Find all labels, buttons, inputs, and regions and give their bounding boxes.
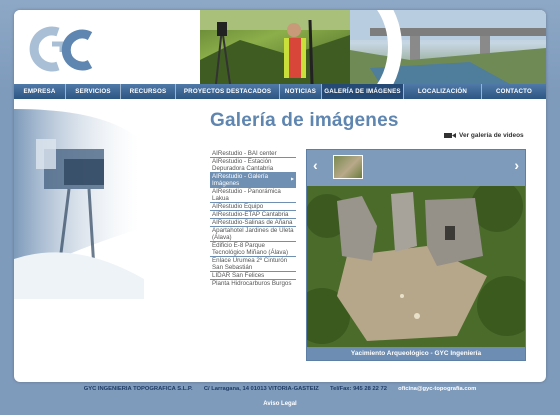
- nav-contacto[interactable]: CONTACTO: [482, 84, 546, 99]
- list-item[interactable]: Apartahotel Jardines de Uleta (Álava): [210, 227, 296, 242]
- image-viewer: ‹ › Yacimiento Arqueológico - GYC Ingeni…: [306, 149, 526, 361]
- list-item[interactable]: LIDAR San Felices: [210, 272, 296, 280]
- content-card: EMPRESA SERVICIOS RECURSOS PROYECTOS DES…: [14, 10, 546, 382]
- list-item[interactable]: AIRestudio-Salinas de Añana: [210, 219, 296, 227]
- nav-galeria-imagenes[interactable]: GALERÍA DE IMÁGENES: [322, 84, 404, 99]
- nav-recursos[interactable]: RECURSOS: [121, 84, 176, 99]
- footer-info: GYC INGENIERIA TOPOGRAFICA S.L.P. C/ Lar…: [0, 386, 560, 392]
- list-item[interactable]: Planta Hidrocarburos Burgos: [210, 280, 296, 287]
- gyc-logo[interactable]: [28, 24, 98, 74]
- next-arrow-icon[interactable]: ›: [514, 157, 519, 173]
- photo-caption: Yacimiento Arqueológico - GYC Ingeniería: [307, 347, 525, 360]
- list-item[interactable]: AIRestudio - Estación Depuradora Cantabr…: [210, 158, 296, 173]
- page-title: Galería de imágenes: [210, 110, 399, 131]
- legal-notice-link[interactable]: Aviso Legal: [0, 401, 560, 407]
- list-item[interactable]: AIRestudio - BAI center: [210, 150, 296, 158]
- main-photo-archaeological-site[interactable]: [307, 186, 525, 348]
- video-camera-icon: [444, 133, 456, 138]
- nav-proyectos-destacados[interactable]: PROYECTOS DESTACADOS: [176, 84, 280, 99]
- gallery-list: AIRestudio - BAI center AIRestudio - Est…: [210, 150, 296, 287]
- nav-servicios[interactable]: SERVICIOS: [66, 84, 121, 99]
- chevron-right-icon: ▸: [290, 176, 294, 183]
- prev-arrow-icon[interactable]: ‹: [313, 157, 318, 173]
- list-item-label: AIRestudio - Galería Imágenes: [212, 173, 269, 187]
- header-photo-surveyor: [200, 10, 350, 84]
- list-item[interactable]: AIRestudio-ETAP Cantabria: [210, 211, 296, 219]
- header: [14, 10, 546, 84]
- footer-company: GYC INGENIERIA TOPOGRAFICA S.L.P.: [83, 386, 193, 392]
- footer-address: C/ Larragana, 14 01013 VITORIA-GASTEIZ: [203, 386, 319, 392]
- list-item[interactable]: Edificio E-8 Parque Tecnológico Miñano (…: [210, 242, 296, 257]
- footer-phone: Tel/Fax: 945 28 22 72: [329, 386, 387, 392]
- list-item[interactable]: AIRestudio - Panorámica Lakua: [210, 188, 296, 203]
- nav-noticias[interactable]: NOTICIAS: [280, 84, 322, 99]
- video-gallery-link[interactable]: Ver galería de videos: [444, 132, 524, 139]
- nav-localizacion[interactable]: LOCALIZACIÓN: [404, 84, 482, 99]
- footer-email-link[interactable]: oficina@gyc-topografia.com: [398, 386, 476, 392]
- list-item[interactable]: AIRestudio Equipo: [210, 203, 296, 211]
- thumbnail-image[interactable]: [333, 155, 363, 179]
- header-photo-bridge: [350, 10, 546, 84]
- video-gallery-label: Ver galería de videos: [459, 132, 524, 139]
- nav-empresa[interactable]: EMPRESA: [14, 84, 66, 99]
- main-nav: EMPRESA SERVICIOS RECURSOS PROYECTOS DES…: [14, 84, 546, 99]
- thumbnail-strip: ‹ ›: [307, 150, 525, 186]
- decorative-equipment-photo: [14, 99, 144, 299]
- list-item-active[interactable]: AIRestudio - Galería Imágenes ▸: [210, 173, 296, 188]
- list-item[interactable]: Enlace Urumea 2º Cinturón San Sebastián: [210, 257, 296, 272]
